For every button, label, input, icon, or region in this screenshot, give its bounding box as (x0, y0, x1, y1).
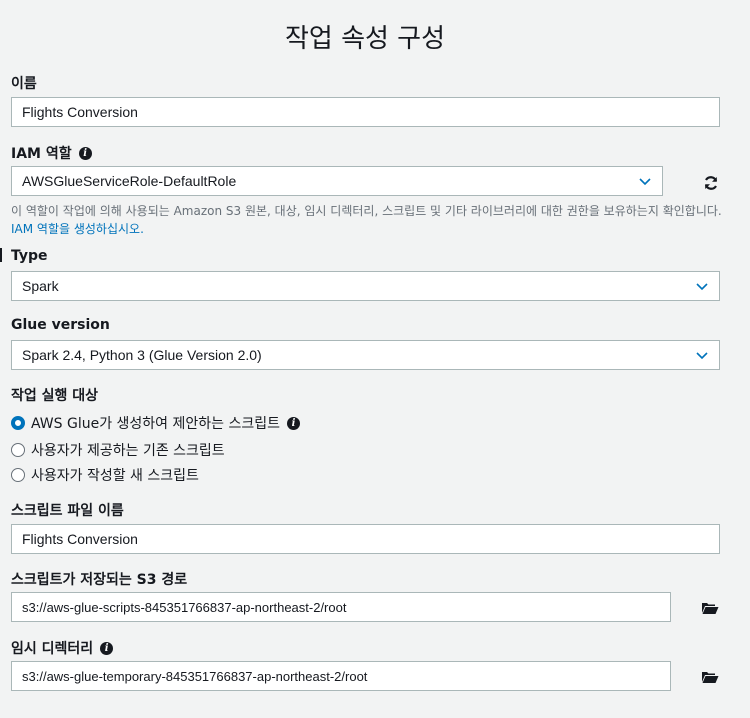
glue-version-label: Glue version (11, 317, 110, 333)
run-target-label: 작업 실행 대상 (11, 388, 99, 404)
page-title: 작업 속성 구성 (284, 24, 446, 54)
iam-role-select[interactable]: AWSGlueServiceRole-DefaultRole (11, 166, 663, 196)
type-label: Type (11, 248, 48, 264)
chevron-down-icon (696, 352, 708, 360)
name-input[interactable]: Flights Conversion (11, 97, 720, 127)
info-icon[interactable]: i (287, 416, 301, 430)
create-iam-role-link[interactable]: IAM 역할을 생성하십시오. (11, 222, 144, 236)
folder-open-icon[interactable] (699, 666, 721, 688)
iam-role-label: IAM 역할 i (11, 143, 92, 163)
radio-option-existing-script[interactable]: 사용자가 제공하는 기존 스크립트 (11, 440, 225, 460)
left-edge-mark (0, 248, 2, 262)
script-file-label: 스크립트 파일 이름 (11, 503, 124, 519)
name-label: 이름 (11, 76, 37, 92)
iam-role-value: AWSGlueServiceRole-DefaultRole (22, 173, 237, 189)
radio-button[interactable] (11, 443, 25, 457)
script-path-label: 스크립트가 저장되는 S3 경로 (11, 572, 188, 588)
iam-role-help: 이 역할이 작업에 의해 사용되는 Amazon S3 원본, 대상, 임시 디… (11, 204, 722, 236)
temp-dir-input[interactable]: s3://aws-glue-temporary-845351766837-ap-… (11, 661, 671, 691)
chevron-down-icon (639, 178, 651, 186)
temp-dir-label: 임시 디렉터리 i (11, 638, 114, 658)
info-icon[interactable]: i (100, 641, 114, 655)
type-value: Spark (22, 278, 59, 294)
radio-button[interactable] (11, 468, 25, 482)
glue-version-select[interactable]: Spark 2.4, Python 3 (Glue Version 2.0) (11, 340, 720, 370)
chevron-down-icon (696, 283, 708, 291)
script-file-input[interactable]: Flights Conversion (11, 524, 720, 554)
radio-option-new-script[interactable]: 사용자가 작성할 새 스크립트 (11, 465, 199, 485)
glue-version-value: Spark 2.4, Python 3 (Glue Version 2.0) (22, 347, 262, 363)
folder-open-icon[interactable] (699, 597, 721, 619)
info-icon[interactable]: i (78, 146, 92, 160)
type-select[interactable]: Spark (11, 271, 720, 301)
radio-button[interactable] (11, 416, 25, 430)
refresh-icon[interactable] (700, 172, 722, 194)
radio-option-generated-script[interactable]: AWS Glue가 생성하여 제안하는 스크립트 i (11, 413, 301, 433)
script-path-input[interactable]: s3://aws-glue-scripts-845351766837-ap-no… (11, 592, 671, 622)
